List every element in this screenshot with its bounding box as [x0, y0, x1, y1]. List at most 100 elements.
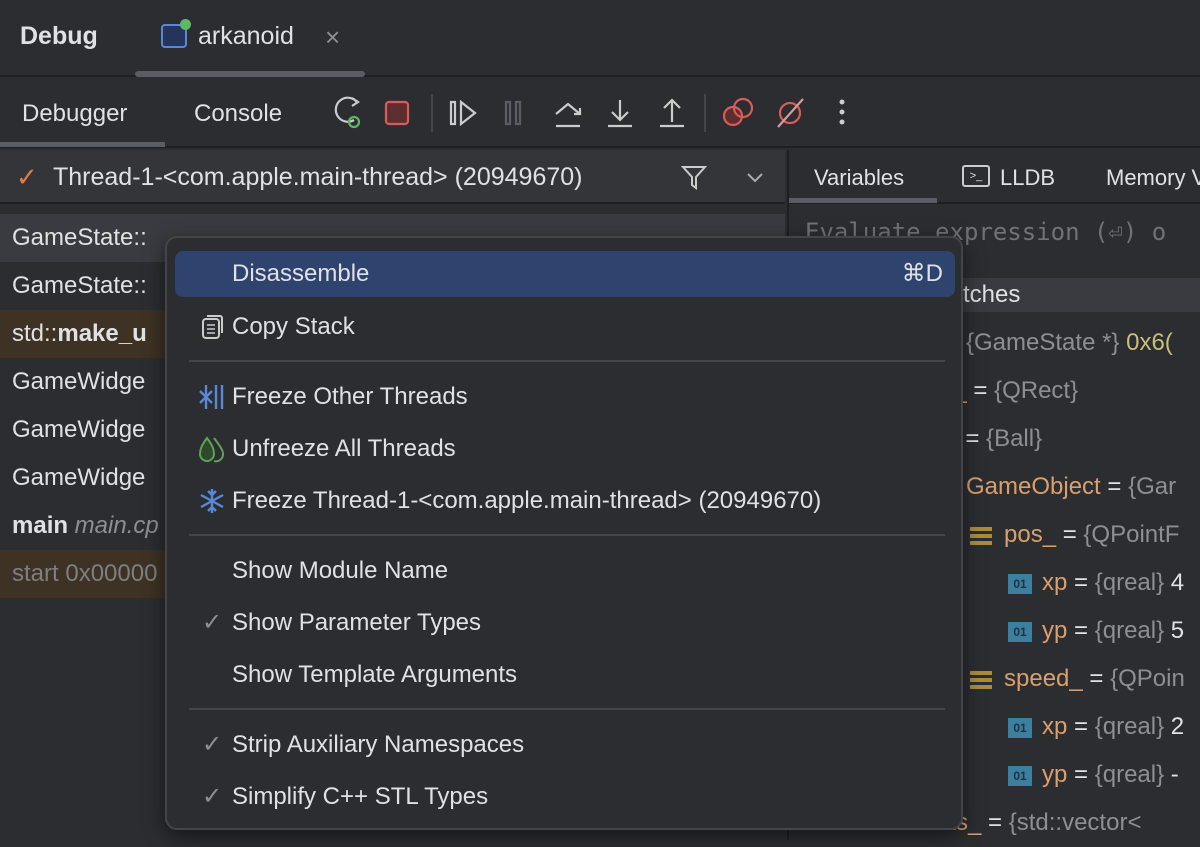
terminal-icon: >_	[962, 165, 990, 187]
watch-type: {qreal}	[1094, 569, 1165, 596]
frame-function: GameWidge	[12, 464, 146, 491]
watch-type: {std::vector<	[1008, 809, 1142, 836]
watch-equals: =	[1067, 761, 1095, 788]
more-icon[interactable]	[839, 99, 845, 125]
menu-item-label: Show Module Name	[232, 557, 449, 584]
menu-item-label: Freeze Other Threads	[232, 383, 468, 410]
menu-separator	[189, 708, 945, 710]
watch-row[interactable]: 01 yp = {qreal} -	[1008, 751, 1179, 799]
menu-separator	[189, 534, 945, 536]
tab-debugger[interactable]: Debugger	[22, 100, 127, 128]
menu-item-show-template-arguments[interactable]: Show Template Arguments	[175, 652, 955, 698]
watch-name: xp	[1042, 713, 1068, 740]
running-indicator-icon	[180, 19, 191, 30]
thread-selector[interactable]: ✓ Thread-1-<com.apple.main-thread> (2094…	[0, 150, 785, 204]
tab-lldb[interactable]: LLDB	[1000, 165, 1055, 191]
frame-function: GameState::	[12, 224, 147, 251]
menu-item-label: Freeze Thread-1-<com.apple.main-thread> …	[232, 487, 822, 514]
menu-item-freeze-thread-1-com-apple-main-thread-20949670[interactable]: Freeze Thread-1-<com.apple.main-thread> …	[175, 478, 955, 524]
watch-row[interactable]: 01 xp = {qreal} 2	[1008, 703, 1184, 751]
watch-row[interactable]: pos_ = {QPointF	[970, 511, 1179, 559]
step-out-icon[interactable]	[660, 98, 684, 128]
close-icon[interactable]: ×	[325, 22, 340, 53]
watch-name: xp	[1042, 569, 1068, 596]
stop-icon[interactable]	[384, 100, 410, 126]
watch-row[interactable]: 01 yp = {qreal} 5	[1008, 607, 1184, 655]
tab-memory-view[interactable]: Memory V	[1106, 165, 1200, 191]
watch-row[interactable]: {GameState *} 0x6(	[966, 319, 1173, 367]
watch-name: yp	[1042, 761, 1068, 788]
checkmark-icon: ✓	[201, 783, 223, 810]
menu-item-show-parameter-types[interactable]: ✓ Show Parameter Types	[175, 600, 955, 646]
active-tab-underline	[789, 198, 937, 203]
thread-label: Thread-1-<com.apple.main-thread> (209496…	[53, 163, 583, 191]
menu-item-show-module-name[interactable]: Show Module Name	[175, 548, 955, 594]
watch-equals: =	[981, 809, 1009, 836]
panel-title: Debug	[20, 22, 98, 50]
frame-function-bold: main	[12, 512, 69, 539]
watch-type: {qreal}	[1094, 617, 1165, 644]
watch-equals: =	[966, 377, 995, 404]
watch-type: {Gar	[1128, 473, 1177, 500]
step-over-icon[interactable]	[555, 102, 582, 128]
rerun-debug-icon[interactable]	[334, 96, 361, 129]
watch-equals: =	[1067, 569, 1095, 596]
watches-label: tches	[963, 281, 1021, 308]
view-breakpoints-icon[interactable]	[722, 97, 754, 127]
watch-value: 2	[1164, 713, 1185, 740]
top-bar: Debug arkanoid ×	[0, 0, 1200, 77]
primitive-icon: 01	[1008, 573, 1032, 594]
toolbar-separator	[431, 94, 433, 132]
variables-tabs: Variables >_ LLDB Memory V	[789, 150, 1200, 204]
watch-value: 0x6(	[1119, 329, 1173, 356]
tab-label: arkanoid	[198, 22, 294, 50]
tab-console[interactable]: Console	[194, 100, 282, 128]
primitive-icon: 01	[1008, 717, 1032, 738]
menu-item-simplify-c-stl-types[interactable]: ✓ Simplify C++ STL Types	[175, 774, 955, 820]
frame-function: GameWidge	[12, 416, 146, 443]
frame-function: GameWidge	[12, 368, 146, 395]
watch-name: yp	[1042, 617, 1068, 644]
shortcut-label: ⌘D	[901, 260, 943, 287]
watch-type: {QPoin	[1110, 665, 1185, 692]
frame-location: main.cp	[68, 512, 159, 539]
menu-item-copy-stack[interactable]: Copy Stack	[175, 304, 955, 350]
watch-equals: =	[1082, 665, 1111, 692]
menu-item-unfreeze-all-threads[interactable]: Unfreeze All Threads	[175, 426, 955, 472]
checkmark-icon: ✓	[201, 731, 223, 758]
tab-variables[interactable]: Variables	[814, 165, 904, 191]
watch-type: {qreal}	[1094, 761, 1165, 788]
check-icon: ✓	[16, 162, 38, 192]
watch-equals: =	[1100, 473, 1129, 500]
filter-icon[interactable]	[681, 164, 707, 190]
menu-item-disassemble[interactable]: Disassemble ⌘D	[175, 251, 955, 297]
watch-name: pos_	[1004, 521, 1057, 548]
watch-type: {GameState *}	[966, 329, 1120, 356]
pause-icon[interactable]	[504, 100, 522, 126]
frame-function: GameState::	[12, 272, 147, 299]
copy-icon	[197, 304, 227, 350]
freeze-others-icon	[197, 374, 227, 420]
menu-item-label: Unfreeze All Threads	[232, 435, 456, 462]
struct-icon	[970, 526, 992, 545]
watch-type: {qreal}	[1094, 713, 1165, 740]
watch-row[interactable]: 01 xp = {qreal} 4	[1008, 559, 1184, 607]
chevron-down-icon[interactable]	[746, 170, 764, 184]
tab-arkanoid[interactable]: arkanoid ×	[135, 0, 365, 77]
resume-icon[interactable]	[449, 99, 477, 127]
menu-item-freeze-other-threads[interactable]: Freeze Other Threads	[175, 374, 955, 420]
step-into-icon[interactable]	[608, 100, 632, 128]
watch-row[interactable]: GameObject = {Gar	[966, 463, 1176, 511]
watch-type: {QRect}	[994, 377, 1079, 404]
mute-breakpoints-icon[interactable]	[777, 98, 804, 128]
menu-item-strip-auxiliary-namespaces[interactable]: ✓ Strip Auxiliary Namespaces	[175, 722, 955, 768]
primitive-icon: 01	[1008, 765, 1032, 786]
watch-type: {Ball}	[986, 425, 1043, 452]
snowflake-icon	[197, 478, 227, 524]
active-tab-underline	[0, 142, 165, 147]
watch-equals: =	[1067, 713, 1095, 740]
toolbar-icons	[334, 96, 845, 129]
menu-item-label: Show Template Arguments	[232, 661, 518, 688]
watch-equals: =	[1056, 521, 1084, 548]
watch-row[interactable]: speed_ = {QPoin	[970, 655, 1185, 703]
